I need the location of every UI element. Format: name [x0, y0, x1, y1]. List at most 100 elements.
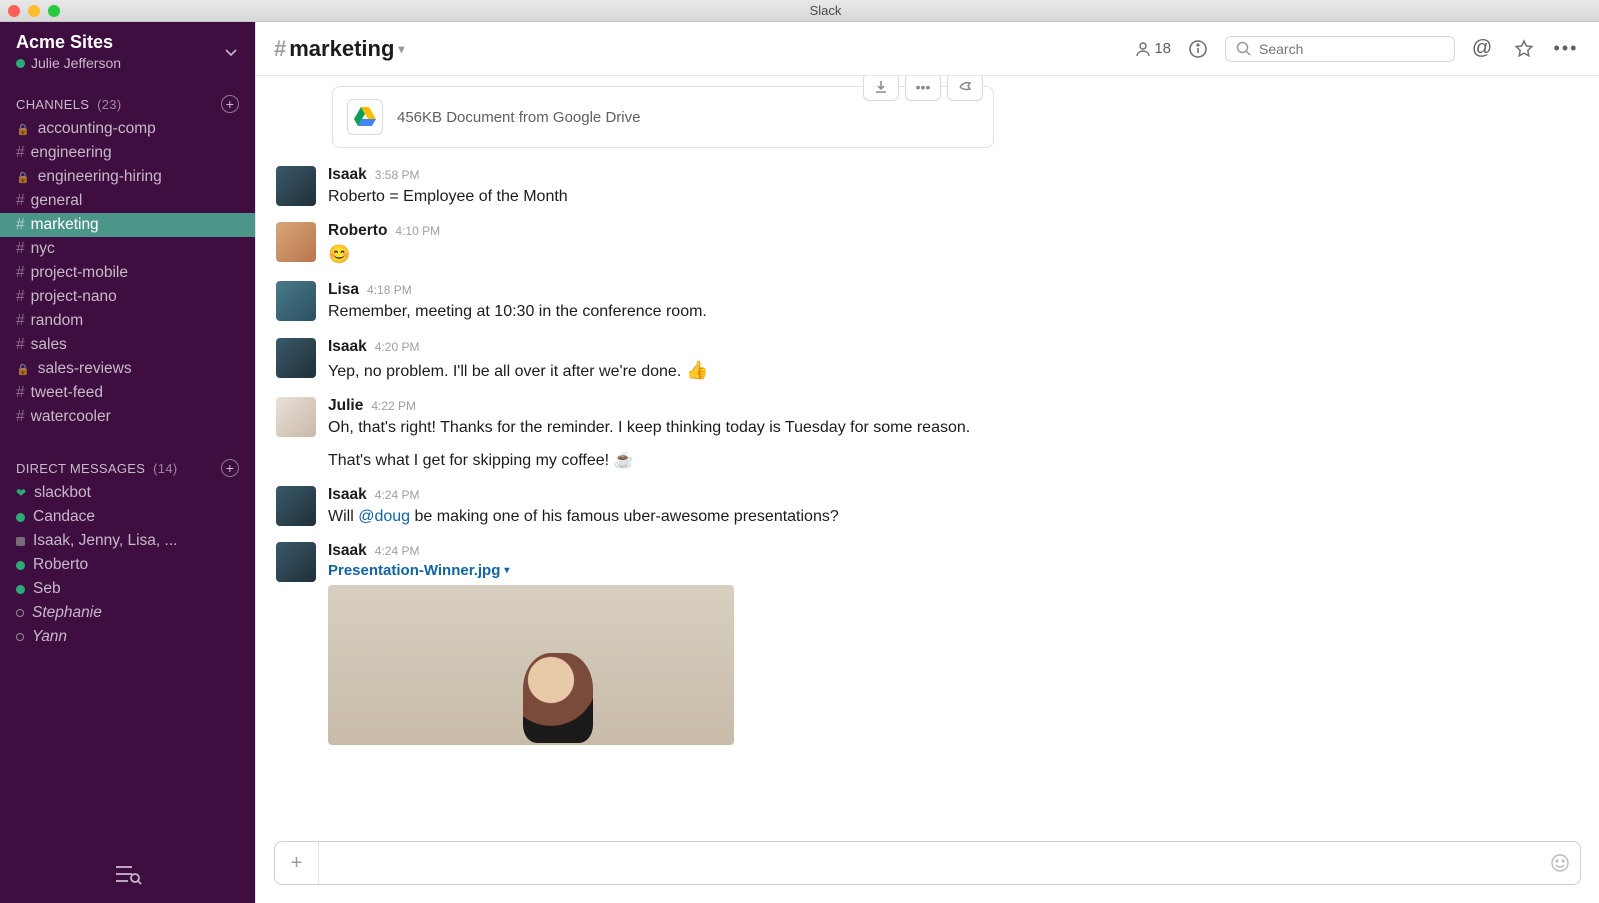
emoji-picker-button[interactable] [1540, 853, 1580, 873]
message-author[interactable]: Isaak [328, 166, 367, 184]
message-author[interactable]: Isaak [328, 486, 367, 504]
channel-item-accounting-comp[interactable]: accounting-comp [0, 117, 255, 141]
caret-down-icon: ▾ [504, 565, 509, 576]
member-count[interactable]: 18 [1135, 40, 1171, 57]
heart-icon: ❤ [16, 486, 26, 500]
channels-label: Channels [16, 97, 89, 112]
channel-title[interactable]: # marketing ▾ [274, 36, 404, 62]
share-button[interactable] [947, 76, 983, 101]
message-author[interactable]: Julie [328, 397, 363, 415]
dm-item-yann[interactable]: Yann [0, 625, 255, 649]
channel-item-engineering[interactable]: #engineering [0, 141, 255, 165]
attach-button[interactable]: + [275, 842, 319, 884]
dm-item-slackbot[interactable]: ❤slackbot [0, 481, 255, 505]
channel-item-general[interactable]: #general [0, 189, 255, 213]
member-count-value: 18 [1154, 40, 1171, 57]
message-time: 4:18 PM [367, 283, 412, 297]
presence-dot-icon [16, 513, 25, 522]
dm-item-candace[interactable]: Candace [0, 505, 255, 529]
channel-item-marketing[interactable]: #marketing [0, 213, 255, 237]
channels-section-header[interactable]: Channels (23) + [0, 81, 255, 117]
dm-item-roberto[interactable]: Roberto [0, 553, 255, 577]
hash-icon: # [274, 36, 286, 62]
window-titlebar: Slack [0, 0, 1599, 22]
dm-label: Stephanie [32, 604, 102, 622]
message-author[interactable]: Lisa [328, 281, 359, 299]
file-more-button[interactable]: ••• [905, 76, 941, 101]
message: Isaak4:24 PMWill @doug be making one of … [276, 482, 1579, 538]
search-input[interactable] [1259, 41, 1444, 57]
main-pane: # marketing ▾ 18 @ ••• [255, 22, 1599, 903]
message-time: 4:22 PM [371, 399, 416, 413]
presence-dot-icon [16, 585, 25, 594]
search-box[interactable] [1225, 36, 1455, 62]
channel-label: project-nano [31, 288, 117, 306]
channel-label: random [31, 312, 84, 330]
avatar[interactable] [276, 542, 316, 582]
sidebar: Acme Sites Julie Jefferson Channels (23)… [0, 22, 255, 903]
channel-details-button[interactable] [1183, 34, 1213, 64]
dm-list: ❤slackbotCandaceIsaak, Jenny, Lisa, ... R… [0, 481, 255, 649]
message-list[interactable]: 456KB Document from Google Drive ••• Isa… [256, 76, 1599, 831]
zoom-window-button[interactable] [48, 5, 60, 17]
dm-item-isaak-jenny-lisa-[interactable]: Isaak, Jenny, Lisa, ... [0, 529, 255, 553]
channel-label: engineering-hiring [38, 168, 162, 186]
avatar[interactable] [276, 166, 316, 206]
channel-label: engineering [31, 144, 112, 162]
close-window-button[interactable] [8, 5, 20, 17]
message-author[interactable]: Isaak [328, 338, 367, 356]
message: Julie4:22 PMOh, that's right! Thanks for… [276, 393, 1579, 482]
channel-item-project-nano[interactable]: # project-nano [0, 285, 255, 309]
channel-item-tweet-feed[interactable]: #tweet-feed [0, 381, 255, 405]
message-text: Will @doug be making one of his famous u… [328, 505, 1579, 528]
presence-dot-icon [16, 59, 25, 68]
dm-label: Roberto [33, 556, 88, 574]
channel-item-random[interactable]: #random [0, 309, 255, 333]
window-title: Slack [60, 3, 1591, 18]
file-actions: ••• [863, 76, 983, 101]
composer-box[interactable]: + [274, 841, 1581, 885]
hash-icon: # [16, 288, 25, 306]
message-author[interactable]: Roberto [328, 222, 387, 240]
message: Isaak4:20 PMYep, no problem. I'll be all… [276, 334, 1579, 393]
channel-item-project-mobile[interactable]: #project-mobile [0, 261, 255, 285]
channel-item-sales[interactable]: #sales [0, 333, 255, 357]
quick-switcher-button[interactable] [114, 863, 142, 885]
channel-item-engineering-hiring[interactable]: engineering-hiring [0, 165, 255, 189]
image-attachment[interactable] [328, 585, 734, 745]
file-link[interactable]: Presentation-Winner.jpg▾ [328, 562, 1579, 579]
message: Isaak4:24 PMPresentation-Winner.jpg▾ [276, 538, 1579, 755]
dms-section-header[interactable]: Direct Messages (14) + [0, 445, 255, 481]
message-author[interactable]: Isaak [328, 542, 367, 560]
channel-header: # marketing ▾ 18 @ ••• [256, 22, 1599, 76]
dm-item-seb[interactable]: Seb [0, 577, 255, 601]
star-button[interactable] [1509, 34, 1539, 64]
avatar[interactable] [276, 338, 316, 378]
message-time: 4:20 PM [375, 340, 420, 354]
download-button[interactable] [863, 76, 899, 101]
team-switcher[interactable]: Acme Sites Julie Jefferson [0, 22, 255, 81]
file-attachment[interactable]: 456KB Document from Google Drive ••• [332, 86, 994, 148]
minimize-window-button[interactable] [28, 5, 40, 17]
avatar[interactable] [276, 486, 316, 526]
channel-item-watercooler[interactable]: #watercooler [0, 405, 255, 429]
mentions-button[interactable]: @ [1467, 34, 1497, 64]
hash-icon: # [16, 192, 25, 210]
channel-item-nyc[interactable]: #nyc [0, 237, 255, 261]
avatar[interactable] [276, 222, 316, 262]
avatar[interactable] [276, 281, 316, 321]
current-user-name: Julie Jefferson [31, 55, 121, 71]
mention[interactable]: @doug [358, 508, 410, 525]
dm-label: Yann [32, 628, 67, 646]
more-actions-button[interactable]: ••• [1551, 34, 1581, 64]
message-input[interactable] [319, 855, 1540, 872]
avatar[interactable] [276, 397, 316, 437]
channels-count: (23) [97, 97, 121, 112]
hash-icon: # [16, 264, 25, 282]
add-channel-button[interactable]: + [221, 95, 239, 113]
message-text: Roberto = Employee of the Month [328, 185, 1579, 208]
add-dm-button[interactable]: + [221, 459, 239, 477]
channel-item-sales-reviews[interactable]: sales-reviews [0, 357, 255, 381]
presence-dot-icon [16, 609, 24, 617]
dm-item-stephanie[interactable]: Stephanie [0, 601, 255, 625]
